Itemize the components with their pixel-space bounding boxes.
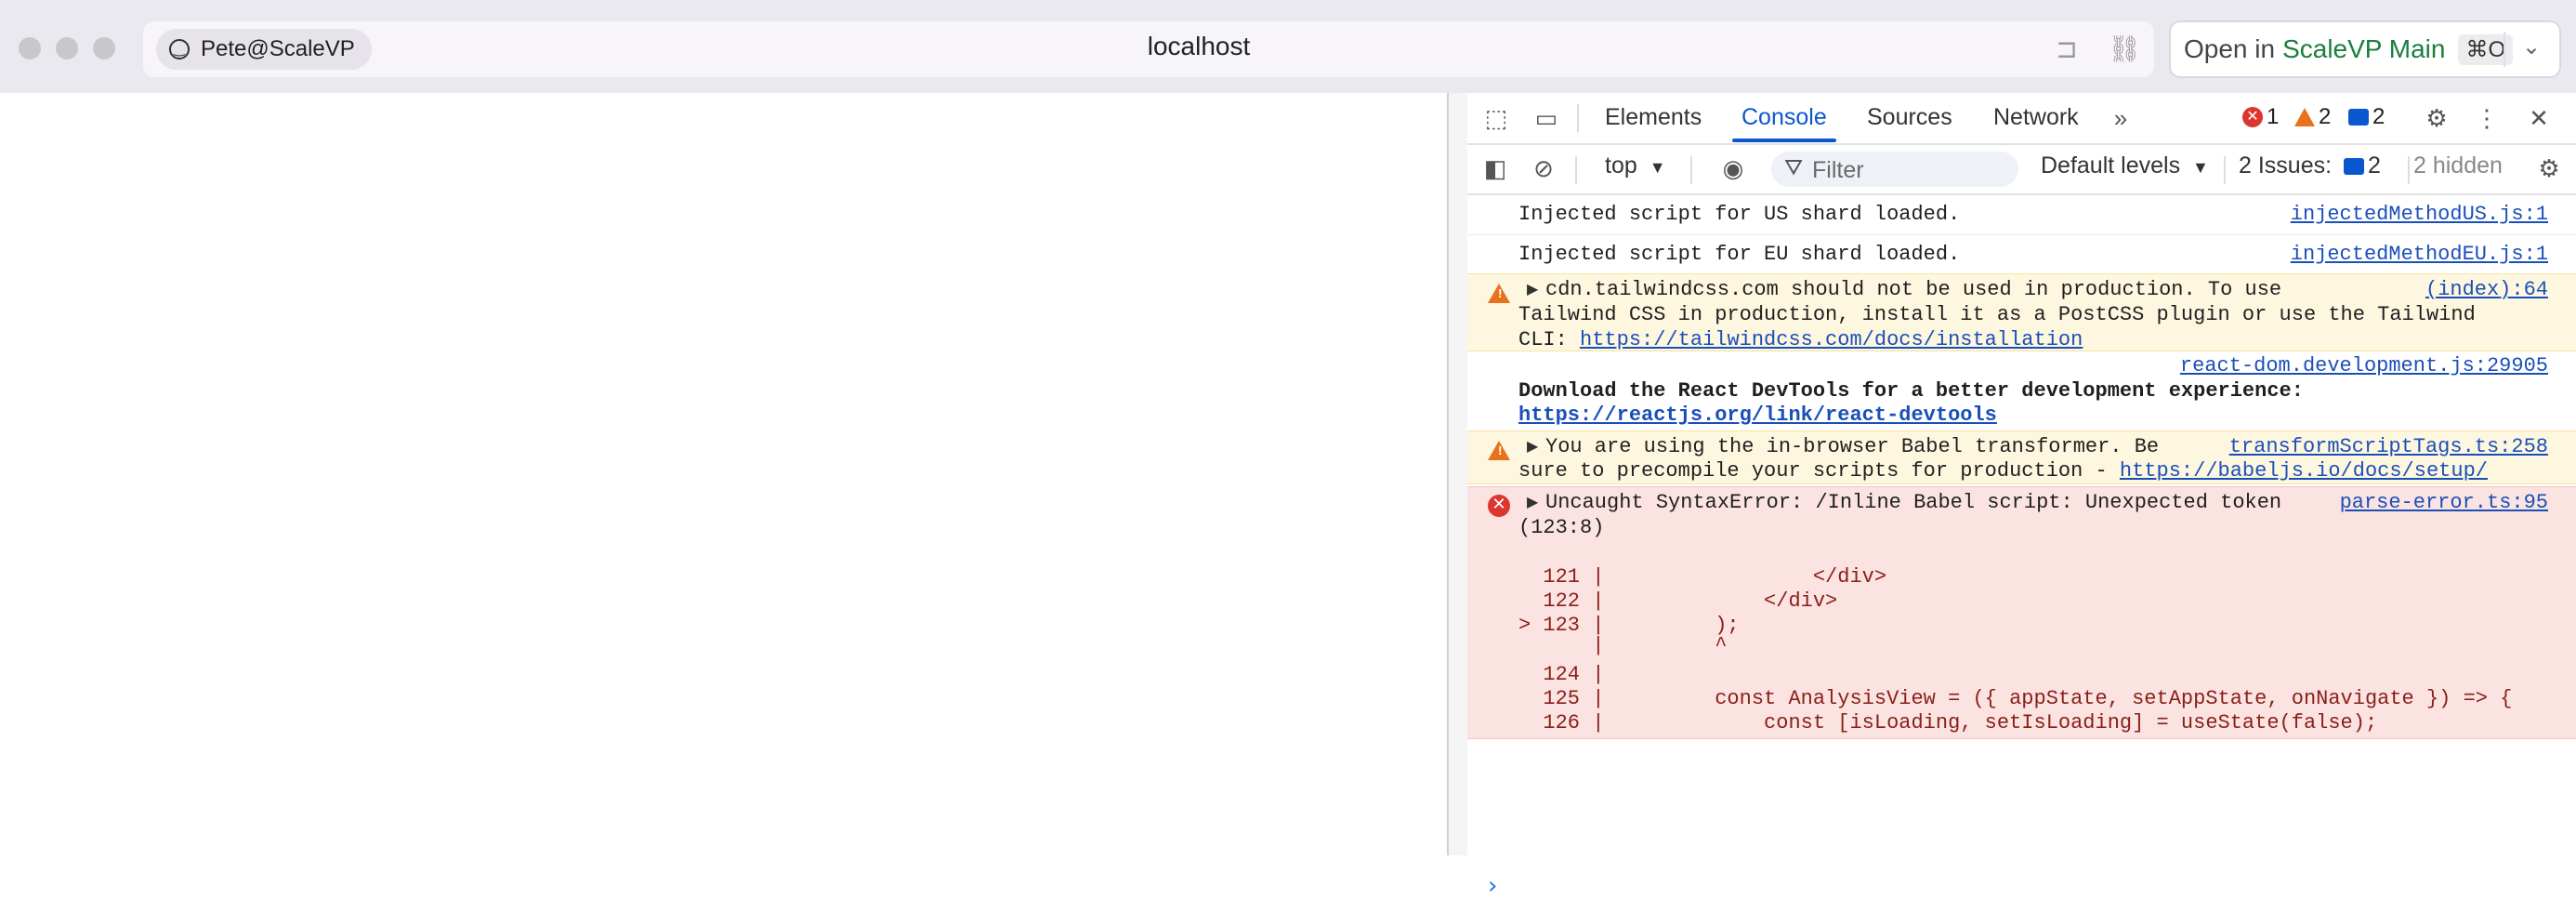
error-count: 1	[2267, 104, 2280, 129]
tab-separator	[1577, 104, 1579, 132]
filter-placeholder: Filter	[1812, 157, 1864, 183]
message-icon	[2348, 109, 2369, 126]
warning-text-line-2: sure to precompile your scripts for prod…	[1518, 459, 2488, 483]
code-line: 121 | </div>	[1518, 565, 1887, 589]
warning-source-link[interactable]: (index):64	[2425, 278, 2548, 301]
link-icon[interactable]: ⛓	[2108, 33, 2141, 66]
console-messages: Injected script for US shard loaded. inj…	[1467, 195, 2576, 900]
log-source-link[interactable]: injectedMethodEU.js:1	[2291, 243, 2548, 266]
more-tabs-icon[interactable]: »	[2105, 102, 2136, 134]
open-in-app-button[interactable]: Open in ScaleVP Main ⌘O ⌄	[2169, 20, 2561, 78]
tab-sources[interactable]: Sources	[1867, 104, 1952, 131]
devtools-tabbar: ⬚ ▭ Elements Console Sources Network » ✕…	[1467, 93, 2576, 145]
open-in-divider	[2504, 32, 2505, 67]
eye-icon[interactable]: ◉	[1718, 153, 1748, 183]
open-in-label: Open in	[2184, 34, 2276, 63]
log-levels-dropdown[interactable]: Default levels ▼	[2041, 152, 2209, 179]
devtools-panel: ⬚ ▭ Elements Console Sources Network » ✕…	[1467, 93, 2576, 900]
code-line: 125 | const AnalysisView = ({ appState, …	[1518, 687, 2513, 710]
close-devtools-icon[interactable]: ✕	[2523, 102, 2555, 134]
inspect-element-icon[interactable]: ⬚	[1480, 102, 1512, 134]
react-devtools-link[interactable]: https://reactjs.org/link/react-devtools	[1518, 404, 1997, 427]
expand-triangle-icon[interactable]: ▶	[1527, 493, 1538, 510]
console-log-row: Injected script for US shard loaded. inj…	[1467, 195, 2576, 234]
log-text: Injected script for US shard loaded.	[1518, 203, 1961, 226]
error-icon: ✕	[2242, 107, 2263, 127]
warning-source-link[interactable]: transformScriptTags.ts:258	[2229, 435, 2548, 458]
device-toolbar-icon[interactable]: ▭	[1531, 102, 1562, 134]
log-text: Injected script for EU shard loaded.	[1518, 243, 1961, 266]
devtools-resize-handle[interactable]	[1447, 93, 1467, 855]
tab-console[interactable]: Console	[1741, 104, 1827, 131]
page-viewport[interactable]	[0, 93, 1447, 855]
issues-count: 2	[2368, 152, 2381, 179]
tab-elements[interactable]: Elements	[1605, 104, 1702, 131]
warning-icon	[1488, 284, 1510, 303]
code-line: | ^	[1518, 634, 1728, 657]
warning-count: 2	[2319, 104, 2332, 129]
expand-triangle-icon[interactable]: ▶	[1527, 280, 1538, 298]
warning-count-badge[interactable]: 2	[2294, 104, 2331, 130]
tab-network[interactable]: Network	[1993, 104, 2079, 131]
more-options-icon[interactable]: ⋮	[2471, 102, 2503, 134]
sidebar-toggle-icon[interactable]: ◧	[1480, 153, 1510, 183]
warning-icon	[2294, 108, 2315, 126]
chevron-down-icon[interactable]: ⌄	[2522, 33, 2541, 60]
toolbar-separator	[2224, 156, 2226, 184]
warning-text-line-1: You are using the in-browser Babel trans…	[1545, 435, 2160, 458]
toolbar-separator	[2408, 156, 2410, 184]
code-line: 122 | </div>	[1518, 589, 1838, 613]
console-log-row: react-dom.development.js:29905 Download …	[1467, 351, 2576, 427]
issues-label: 2 Issues:	[2239, 152, 2333, 179]
warning-text-line-3: CLI: https://tailwindcss.com/docs/instal…	[1518, 328, 2083, 351]
error-source-link[interactable]: parse-error.ts:95	[2340, 491, 2548, 514]
log-levels-label: Default levels	[2041, 152, 2181, 179]
clear-console-icon[interactable]: ⊘	[1529, 153, 1558, 183]
open-in-app-name: ScaleVP Main	[2282, 34, 2446, 63]
console-settings-gear-icon[interactable]: ⚙	[2534, 153, 2564, 183]
tailwind-docs-link[interactable]: https://tailwindcss.com/docs/installatio…	[1580, 328, 2083, 351]
dropdown-arrow-icon: ▼	[2192, 158, 2209, 177]
message-count-badge[interactable]: 2	[2348, 104, 2385, 130]
issue-icon	[2344, 158, 2365, 175]
console-warning-row: ▶ cdn.tailwindcss.com should not be used…	[1467, 273, 2576, 351]
react-devtools-text: Download the React DevTools for a better…	[1518, 379, 2304, 403]
console-error-row: ✕ ▶ Uncaught SyntaxError: /Inline Babel …	[1467, 486, 2576, 739]
log-source-link[interactable]: injectedMethodUS.js:1	[2291, 203, 2548, 226]
extension-icon[interactable]: ⊐	[2050, 33, 2083, 66]
code-line: 126 | const [isLoading, setIsLoading] = …	[1518, 711, 2378, 735]
context-selector[interactable]: top ▼	[1605, 152, 1666, 179]
error-text-line-1: Uncaught SyntaxError: /Inline Babel scri…	[1545, 491, 2282, 514]
console-toolbar: ◧ ⊘ top ▼ ◉ ⛛ Filter Default levels ▼ 2 …	[1467, 145, 2576, 195]
code-line: 124 |	[1518, 663, 1605, 686]
toolbar-separator	[1575, 156, 1577, 184]
url-text: localhost	[1147, 32, 1251, 60]
settings-gear-icon[interactable]: ⚙	[2421, 102, 2452, 134]
browser-titlebar: ‿ Pete@ScaleVP localhost ⊐ ⛓ Open in Sca…	[0, 0, 2576, 95]
filter-input[interactable]: ⛛ Filter	[1771, 152, 2018, 187]
error-text-line-2: (123:8)	[1518, 516, 1605, 539]
console-log-row: Injected script for EU shard loaded. inj…	[1467, 234, 2576, 274]
active-tab-indicator	[1732, 139, 1836, 142]
dropdown-arrow-icon: ▼	[1649, 158, 1666, 177]
error-icon: ✕	[1488, 495, 1510, 517]
warning-icon	[1488, 441, 1510, 460]
toolbar-separator	[1690, 156, 1692, 184]
error-count-badge[interactable]: ✕ 1	[2242, 104, 2279, 130]
filter-icon: ⛛	[1784, 155, 1804, 180]
babel-docs-link[interactable]: https://babeljs.io/docs/setup/	[2120, 459, 2488, 483]
warning-text-line-2: Tailwind CSS in production, install it a…	[1518, 303, 2476, 326]
warning-prefix: sure to precompile your scripts for prod…	[1518, 459, 2120, 483]
expand-triangle-icon[interactable]: ▶	[1527, 437, 1538, 455]
hidden-count: 2 hidden	[2413, 152, 2503, 179]
warning-text-line-1: cdn.tailwindcss.com should not be used i…	[1545, 278, 2282, 301]
message-count: 2	[2372, 104, 2385, 129]
console-warning-row: ▶ You are using the in-browser Babel tra…	[1467, 430, 2576, 484]
warning-prefix: CLI:	[1518, 328, 1581, 351]
console-prompt-icon[interactable]: ›	[1488, 872, 1497, 900]
issues-button[interactable]: 2 Issues: 2	[2239, 152, 2381, 179]
context-label: top	[1605, 152, 1637, 179]
log-source-link[interactable]: react-dom.development.js:29905	[2180, 354, 2548, 377]
